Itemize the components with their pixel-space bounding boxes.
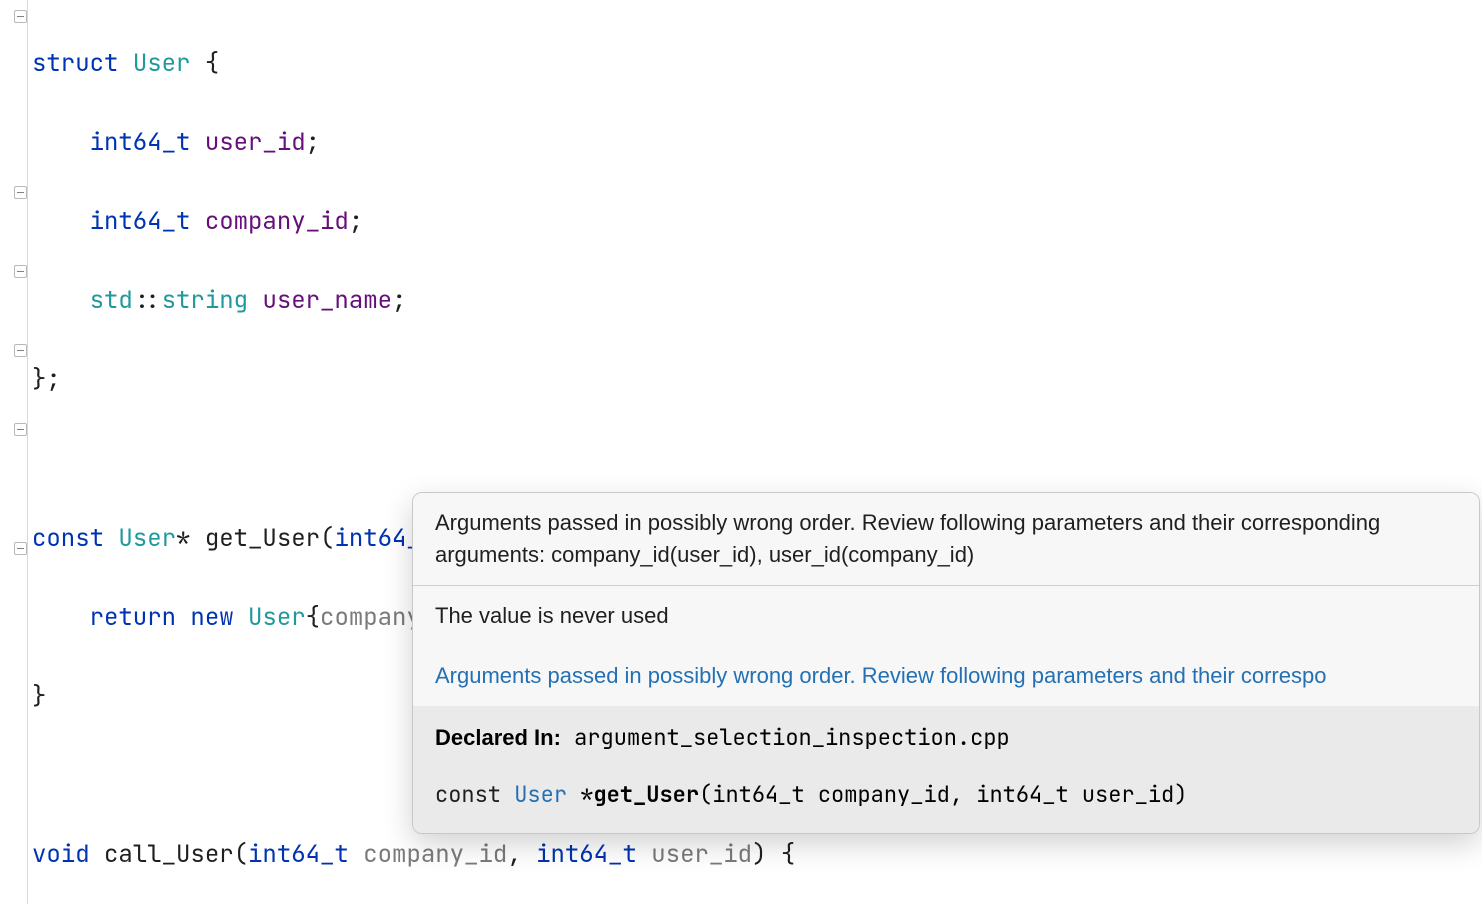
type-int64: int64_t [536,839,637,870]
fold-toggle-icon[interactable] [14,423,27,436]
type-user: User [133,48,191,79]
declared-in-label: Declared In: [435,725,561,750]
code-line[interactable]: }; [32,360,1482,400]
type-user: User [248,602,306,633]
inspection-message-primary: Arguments passed in possibly wrong order… [413,493,1479,585]
field-company-id: company_id [205,206,349,237]
sig-fn: get_User [593,780,699,809]
keyword-new: new [190,602,233,633]
inspection-popup[interactable]: Arguments passed in possibly wrong order… [412,492,1480,834]
code-line[interactable]: int64_t company_id; [32,202,1482,242]
code-line-blank[interactable] [32,440,1482,480]
declaration-signature: const User *get_User(int64_t company_id,… [435,779,1457,811]
field-user-id: user_id [205,127,306,158]
sig-params: (int64_t company_id, int64_t user_id) [699,780,1187,809]
code-line[interactable]: struct User { [32,44,1482,84]
brace-close: }; [32,364,61,395]
ns-std: std [90,285,133,316]
param-company-id: company_id [363,839,507,870]
fold-toggle-icon[interactable] [14,265,27,278]
sig-star: * [567,780,593,809]
declaration-panel: Declared In: argument_selection_inspecti… [413,706,1479,834]
fold-toggle-icon[interactable] [14,542,27,555]
code-line[interactable]: int64_t user_id; [32,123,1482,163]
gutter [0,0,28,904]
field-user-name: user_name [262,285,392,316]
brace-close: } [32,681,46,712]
keyword-const: const [32,523,104,554]
inspection-link[interactable]: Arguments passed in possibly wrong order… [413,646,1479,706]
type-user: User [118,523,176,554]
fold-toggle-icon[interactable] [14,186,27,199]
fold-toggle-icon[interactable] [14,344,27,357]
code-editor[interactable]: struct User { int64_t user_id; int64_t c… [0,0,1482,904]
param-user-id: user_id [651,839,752,870]
fn-call-user: call_User [104,839,234,870]
sig-const: const [435,780,501,809]
fn-get-user: get_User [205,523,320,554]
brace: { [190,48,219,79]
sig-type: User [514,780,567,809]
inspection-message-secondary: The value is never used [413,586,1479,646]
keyword-void: void [32,839,90,870]
keyword-return: return [90,602,176,633]
code-line[interactable]: std::string user_name; [32,281,1482,321]
declared-in-file: argument_selection_inspection.cpp [574,723,1010,752]
type-int64: int64_t [248,839,349,870]
type-string: string [162,285,248,316]
keyword-struct: struct [32,48,118,79]
type-int64: int64_t [90,127,191,158]
code-line[interactable]: void call_User(int64_t company_id, int64… [32,835,1482,875]
fold-toggle-icon[interactable] [14,10,27,23]
type-int64: int64_t [90,206,191,237]
